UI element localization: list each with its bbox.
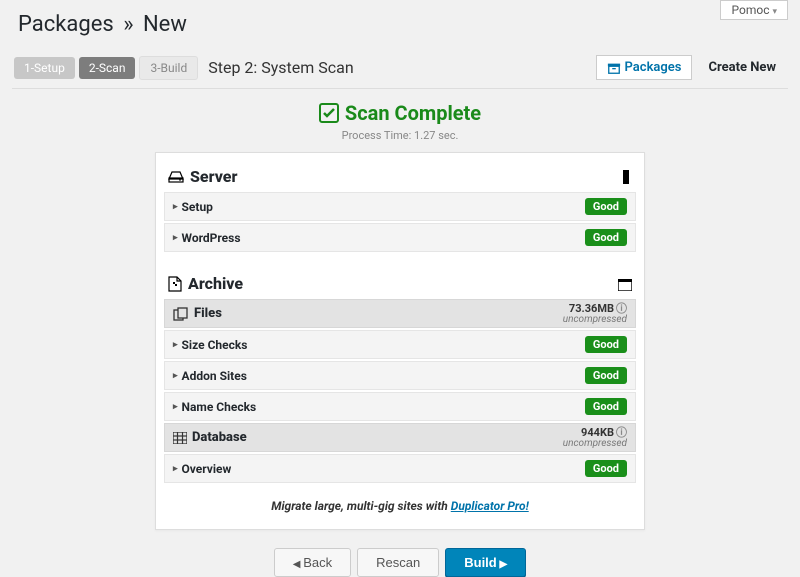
files-row-addon-sites[interactable]: ▸ Addon Sites Good — [164, 361, 636, 390]
back-button-label: Back — [303, 555, 332, 570]
step-1-setup[interactable]: 1-Setup — [14, 57, 75, 79]
server-row-label: Setup — [182, 200, 585, 214]
filter-icon[interactable] — [620, 169, 632, 188]
packages-link-label: Packages — [625, 60, 682, 75]
window-icon[interactable] — [618, 276, 632, 295]
caret-right-icon: ▸ — [173, 233, 178, 243]
caret-right-icon: ▶ — [497, 559, 507, 570]
help-dropdown-label: Pomoc — [731, 3, 769, 17]
breadcrumb-root: Packages — [18, 12, 114, 37]
copy-icon — [173, 307, 189, 321]
file-archive-icon — [168, 276, 182, 292]
files-subheader: Files 73.36MBⓘ uncompressed — [164, 299, 636, 328]
files-row-label: Addon Sites — [182, 369, 585, 383]
hdd-icon — [168, 170, 184, 184]
server-section-header: Server — [164, 159, 636, 190]
db-row-overview[interactable]: ▸ Overview Good — [164, 454, 636, 483]
archive-section-title: Archive — [188, 274, 243, 293]
files-row-label: Size Checks — [182, 338, 585, 352]
rescan-button[interactable]: Rescan — [357, 548, 439, 577]
archive-icon — [607, 61, 621, 75]
packages-link[interactable]: Packages — [596, 55, 693, 80]
server-row-setup[interactable]: ▸ Setup Good — [164, 192, 636, 221]
status-badge: Good — [585, 229, 627, 246]
caret-right-icon: ▸ — [173, 371, 178, 381]
files-row-name-checks[interactable]: ▸ Name Checks Good — [164, 392, 636, 421]
breadcrumb-separator: » — [123, 12, 133, 37]
db-compression: uncompressed — [563, 439, 627, 450]
status-badge: Good — [585, 198, 627, 215]
create-new-link[interactable]: Create New — [698, 56, 786, 79]
step-label: Step 2: System Scan — [208, 58, 353, 77]
database-subheader-title: Database — [192, 430, 247, 445]
status-badge: Good — [585, 336, 627, 353]
check-square-icon — [319, 103, 339, 123]
back-button[interactable]: ◀ Back — [274, 548, 351, 577]
server-section-title: Server — [190, 167, 237, 186]
caret-right-icon: ▸ — [173, 202, 178, 212]
status-badge: Good — [585, 398, 627, 415]
files-subheader-title: Files — [194, 306, 222, 321]
step-3-build: 3-Build — [139, 56, 198, 80]
files-compression: uncompressed — [563, 315, 627, 326]
caret-right-icon: ▸ — [173, 464, 178, 474]
scan-panel: Server ▸ Setup Good ▸ WordPress Good Arc… — [155, 152, 645, 530]
page-title: Packages » New — [18, 12, 788, 37]
server-row-label: WordPress — [182, 231, 585, 245]
toolbar: 1-Setup 2-Scan 3-Build Step 2: System Sc… — [12, 51, 788, 89]
build-button-label: Build — [464, 555, 497, 570]
action-buttons: ◀ Back Rescan Build ▶ — [12, 548, 788, 577]
archive-section-header: Archive — [164, 266, 636, 297]
help-dropdown[interactable]: Pomoc — [720, 0, 788, 20]
files-row-label: Name Checks — [182, 400, 585, 414]
scan-title: Scan Complete — [345, 101, 481, 125]
build-button[interactable]: Build ▶ — [445, 548, 526, 577]
table-icon — [173, 432, 187, 444]
files-row-size-checks[interactable]: ▸ Size Checks Good — [164, 330, 636, 359]
status-badge: Good — [585, 367, 627, 384]
step-2-scan[interactable]: 2-Scan — [79, 57, 136, 79]
promo-prefix: Migrate large, multi-gig sites with — [271, 499, 451, 513]
scan-header: Scan Complete Process Time: 1.27 sec. — [12, 101, 788, 142]
promo-text: Migrate large, multi-gig sites with Dupl… — [164, 499, 636, 513]
caret-left-icon: ◀ — [293, 559, 303, 570]
db-row-label: Overview — [182, 462, 585, 476]
server-row-wordpress[interactable]: ▸ WordPress Good — [164, 223, 636, 252]
caret-right-icon: ▸ — [173, 340, 178, 350]
caret-right-icon: ▸ — [173, 402, 178, 412]
status-badge: Good — [585, 460, 627, 477]
database-subheader: Database 944KBⓘ uncompressed — [164, 423, 636, 452]
promo-link[interactable]: Duplicator Pro! — [451, 499, 529, 513]
breadcrumb-leaf: New — [143, 12, 187, 37]
scan-subtitle: Process Time: 1.27 sec. — [12, 129, 788, 142]
